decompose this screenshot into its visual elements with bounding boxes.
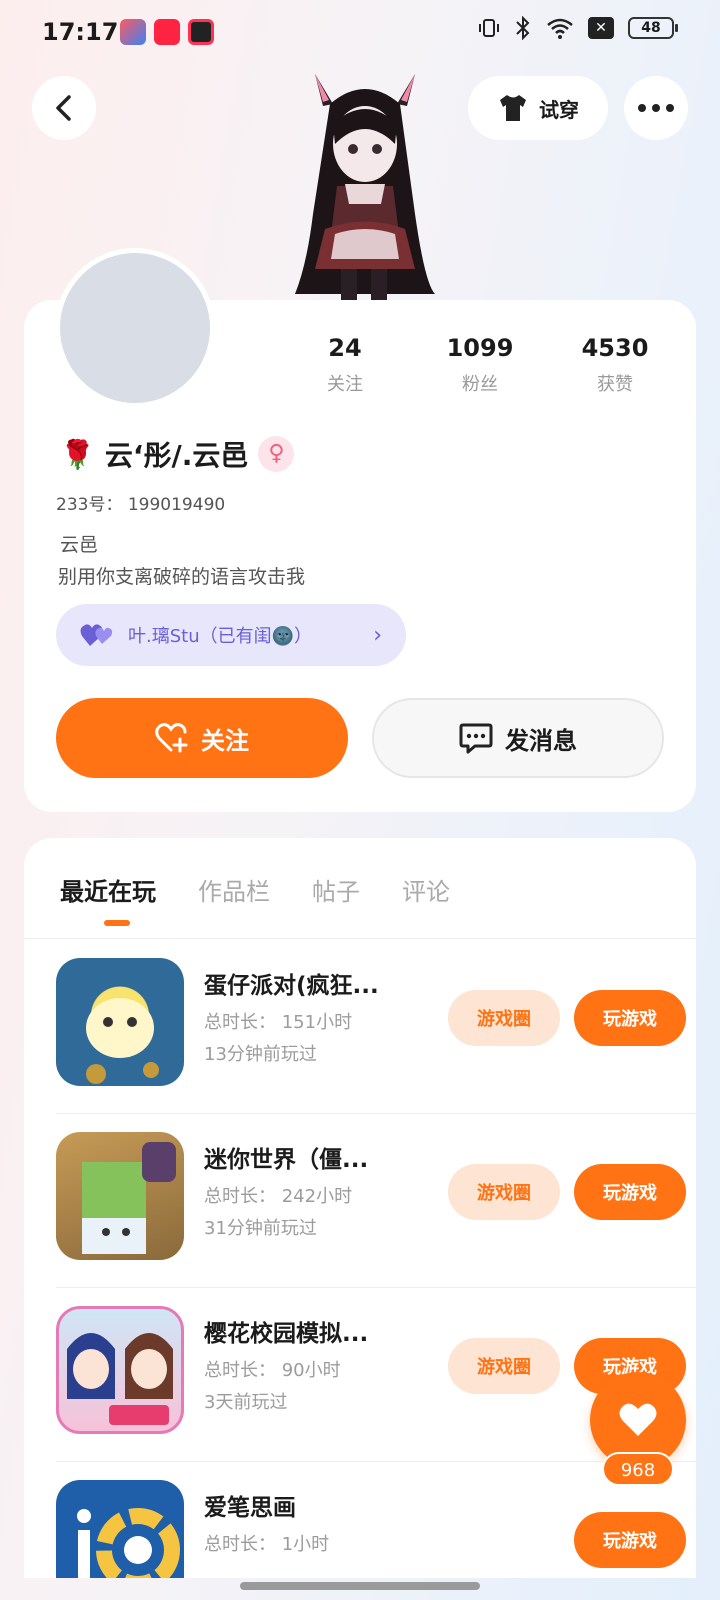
stat-likes-value: 4530 xyxy=(581,334,649,362)
game-icon-ibis-paint[interactable] xyxy=(56,1480,184,1578)
game-title: 迷你世界（僵... xyxy=(204,1147,369,1173)
cp-relationship-bar[interactable]: 叶.璃Stu（已有闺🌚） › xyxy=(56,604,406,666)
game-circle-button[interactable]: 游戏圈 xyxy=(448,1338,560,1394)
bluetooth-icon xyxy=(516,16,530,40)
heart-plus-icon xyxy=(155,723,188,753)
profile-tabs: 最近在玩 作品栏 帖子 评论 xyxy=(60,872,450,907)
game-circle-button[interactable]: 游戏圈 xyxy=(448,990,560,1046)
mini-world-character-icon xyxy=(82,1142,176,1254)
game-duration: 总时长： 151小时 xyxy=(204,1012,353,1033)
game-title: 蛋仔派对(疯狂... xyxy=(204,973,379,999)
chevron-left-icon xyxy=(56,95,71,121)
tab-indicator xyxy=(104,920,130,926)
nickname: 云‘彤/.云邑 xyxy=(104,439,249,472)
message-button[interactable]: 发消息 xyxy=(372,698,664,778)
status-time: 17:17 xyxy=(42,18,119,46)
female-gender-icon: ♀ xyxy=(258,436,295,472)
game-row[interactable]: 蛋仔派对(疯狂... 总时长： 151小时 13分钟前玩过 游戏圈 玩游戏 xyxy=(56,938,696,1114)
play-game-button[interactable]: 玩游戏 xyxy=(574,1164,686,1220)
character-avatar-figure[interactable] xyxy=(275,64,450,304)
stat-fans[interactable]: 1099 粉丝 xyxy=(425,334,535,396)
game-icon-sakura-school[interactable] xyxy=(56,1306,184,1434)
game-last-played: 13分钟前玩过 xyxy=(204,1044,317,1065)
home-indicator[interactable] xyxy=(240,1582,480,1590)
follow-button[interactable]: 关注 xyxy=(56,698,348,778)
game-title: 爱笔思画 xyxy=(204,1495,296,1521)
stat-likes-label: 获赞 xyxy=(597,374,633,395)
game-title: 樱花校园模拟... xyxy=(204,1321,369,1347)
stat-following-label: 关注 xyxy=(327,374,363,395)
tryon-button[interactable]: 试穿 xyxy=(468,76,608,140)
game-last-played: 3天前玩过 xyxy=(204,1392,288,1413)
tab-comments[interactable]: 评论 xyxy=(402,872,450,907)
bio-line-2: 别用你支离破碎的语言攻击我 xyxy=(58,566,306,588)
double-heart-icon xyxy=(80,624,113,646)
tab-recently-played[interactable]: 最近在玩 xyxy=(60,872,156,907)
game-row[interactable]: 爱笔思画 总时长： 1小时 玩游戏 xyxy=(56,1460,686,1578)
bio-line-1: 云邑 xyxy=(60,534,99,556)
more-dots-icon xyxy=(638,104,674,112)
profile-stats: 24 关注 1099 粉丝 4530 获赞 xyxy=(290,334,670,396)
game-row[interactable]: 迷你世界（僵... 总时长： 242小时 31分钟前玩过 游戏圈 玩游戏 xyxy=(56,1112,696,1288)
sim-off-icon: ✕ xyxy=(588,17,614,39)
game-icon-mini-world[interactable] xyxy=(56,1132,184,1260)
xiaohongshu-icon xyxy=(154,19,180,45)
cp-text: 叶.璃Stu（已有闺🌚） xyxy=(128,626,313,647)
sakura-characters-icon xyxy=(67,1333,173,1425)
stat-following-value: 24 xyxy=(328,334,362,362)
vibrate-icon xyxy=(479,19,499,37)
game-last-played: 31分钟前玩过 xyxy=(204,1218,317,1239)
chevron-right-icon: › xyxy=(373,622,382,648)
message-label: 发消息 xyxy=(505,726,577,755)
game-icon-eggy-party[interactable] xyxy=(56,958,184,1086)
game-duration: 总时长： 1小时 xyxy=(204,1534,330,1555)
game-circle-button[interactable]: 游戏圈 xyxy=(448,1164,560,1220)
color-wheel-icon xyxy=(77,1508,180,1578)
stat-following[interactable]: 24 关注 xyxy=(290,334,400,396)
eggy-character-icon xyxy=(86,998,159,1084)
back-button[interactable] xyxy=(32,76,96,140)
status-bar: 17:17 ✕ 48 xyxy=(0,0,720,64)
game-duration: 总时长： 242小时 xyxy=(204,1186,353,1207)
user-avatar[interactable] xyxy=(55,248,215,408)
record-app-icon xyxy=(188,19,214,45)
user-id: 233号： 199019490 xyxy=(56,495,226,515)
more-button[interactable] xyxy=(624,76,688,140)
stat-fans-label: 粉丝 xyxy=(462,374,498,395)
stat-likes[interactable]: 4530 获赞 xyxy=(560,334,670,396)
tab-works[interactable]: 作品栏 xyxy=(198,872,270,907)
game-row[interactable]: 樱花校园模拟... 总时长： 90小时 3天前玩过 游戏圈 玩游戏 xyxy=(56,1286,696,1462)
tab-posts[interactable]: 帖子 xyxy=(312,872,360,907)
rose-emoji: 🌹 xyxy=(60,437,95,471)
wifi-icon xyxy=(547,18,573,39)
shortcut-app-icon xyxy=(120,19,146,45)
play-game-button[interactable]: 玩游戏 xyxy=(574,990,686,1046)
game-duration: 总时长： 90小时 xyxy=(204,1360,341,1381)
content-card: 最近在玩 作品栏 帖子 评论 蛋仔派对(疯狂... 总时长： 151小时 13分… xyxy=(24,838,696,1578)
nickname-row: 🌹 云‘彤/.云邑 ♀ xyxy=(60,434,295,474)
tryon-label: 试穿 xyxy=(539,97,579,122)
like-count-badge: 968 xyxy=(602,1452,674,1486)
stat-fans-value: 1099 xyxy=(446,334,514,362)
play-game-button[interactable]: 玩游戏 xyxy=(574,1512,686,1568)
heart-icon xyxy=(619,1403,657,1436)
chat-bubble-icon xyxy=(459,723,493,754)
follow-label: 关注 xyxy=(201,726,249,755)
tshirt-icon xyxy=(500,95,526,121)
battery-icon: 48 xyxy=(628,17,678,39)
